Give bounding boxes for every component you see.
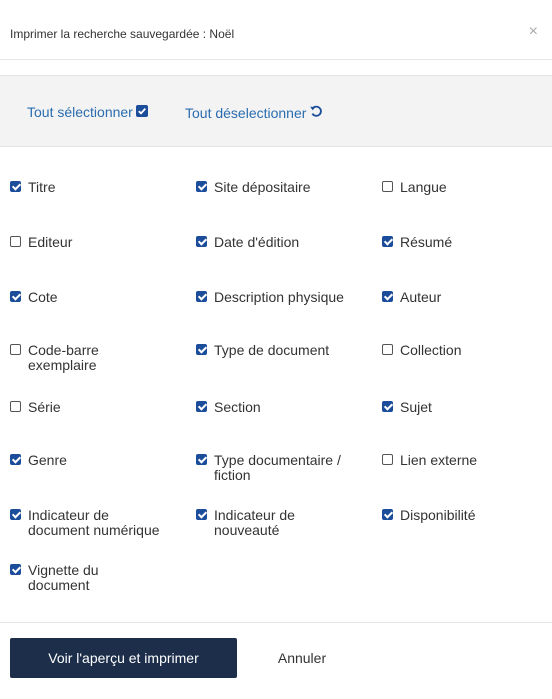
close-icon[interactable]: × <box>529 24 538 40</box>
option-label: Langue <box>400 179 447 195</box>
option-checkbox[interactable] <box>196 236 207 247</box>
option-checkbox[interactable] <box>382 509 393 520</box>
option-label: Cote <box>28 289 58 305</box>
option-checkbox[interactable] <box>196 181 207 192</box>
deselect-all-label: Tout déselectionner <box>185 104 307 121</box>
option-checkbox[interactable] <box>10 454 21 465</box>
option-checkbox[interactable] <box>196 509 207 520</box>
selection-toolbar: Tout sélectionner Tout déselectionner <box>0 75 552 147</box>
dialog-title: Imprimer la recherche sauvegardée : Noël <box>10 27 235 41</box>
option-item[interactable]: Sujet <box>382 400 532 415</box>
option-item[interactable]: Section <box>196 400 346 415</box>
option-item[interactable]: Cote <box>10 290 160 305</box>
option-label: Section <box>214 399 261 415</box>
option-item[interactable]: Indicateur de document numérique <box>10 508 160 538</box>
dialog-header: Imprimer la recherche sauvegardée : Noël… <box>0 0 552 60</box>
option-item[interactable]: Type documentaire / fiction <box>196 453 346 483</box>
option-label: Date d'édition <box>214 234 300 250</box>
option-item[interactable]: Lien externe <box>382 453 532 468</box>
option-checkbox[interactable] <box>10 344 21 355</box>
option-checkbox[interactable] <box>196 454 207 465</box>
option-checkbox[interactable] <box>382 344 393 355</box>
option-checkbox[interactable] <box>196 291 207 302</box>
option-label: Indicateur de nouveauté <box>214 507 295 538</box>
option-checkbox[interactable] <box>10 509 21 520</box>
option-label: Auteur <box>400 289 442 305</box>
option-label: Lien externe <box>400 452 478 468</box>
option-item[interactable]: Code-barre exemplaire <box>10 343 160 373</box>
option-item[interactable]: Description physique <box>196 290 346 305</box>
select-all-link[interactable]: Tout sélectionner <box>27 104 148 120</box>
option-item[interactable]: Titre <box>10 180 160 195</box>
option-label: Collection <box>400 342 462 358</box>
option-label: Code-barre exemplaire <box>28 342 99 373</box>
option-item[interactable]: Editeur <box>10 235 160 250</box>
footer-divider <box>0 622 552 623</box>
option-item[interactable]: Langue <box>382 180 532 195</box>
option-item[interactable]: Résumé <box>382 235 532 250</box>
option-item[interactable]: Vignette du document <box>10 563 160 593</box>
option-item[interactable]: Auteur <box>382 290 532 305</box>
option-item[interactable]: Disponibilité <box>382 508 532 523</box>
select-all-label: Tout sélectionner <box>27 104 133 120</box>
option-item[interactable]: Série <box>10 400 160 415</box>
option-checkbox[interactable] <box>382 454 393 465</box>
checked-box-icon <box>135 104 148 120</box>
option-checkbox[interactable] <box>382 401 393 412</box>
option-item[interactable]: Collection <box>382 343 532 358</box>
option-label: Type documentaire / fiction <box>214 452 341 483</box>
option-item[interactable]: Type de document <box>196 343 346 358</box>
option-label: Titre <box>28 179 56 195</box>
option-checkbox[interactable] <box>382 291 393 302</box>
option-checkbox[interactable] <box>196 401 207 412</box>
option-label: Description physique <box>214 289 344 305</box>
option-checkbox[interactable] <box>10 401 21 412</box>
option-checkbox[interactable] <box>196 344 207 355</box>
option-label: Sujet <box>400 399 432 415</box>
option-label: Indicateur de document numérique <box>28 507 160 538</box>
option-checkbox[interactable] <box>10 564 21 575</box>
deselect-all-link[interactable]: Tout déselectionner <box>185 104 323 121</box>
option-label: Disponibilité <box>400 507 476 523</box>
option-label: Genre <box>28 452 67 468</box>
option-item[interactable]: Genre <box>10 453 160 468</box>
option-label: Type de document <box>214 342 330 358</box>
option-checkbox[interactable] <box>382 181 393 192</box>
option-checkbox[interactable] <box>382 236 393 247</box>
cancel-button[interactable]: Annuler <box>262 638 342 678</box>
option-item[interactable]: Site dépositaire <box>196 180 346 195</box>
option-item[interactable]: Indicateur de nouveauté <box>196 508 346 538</box>
option-label: Série <box>28 399 61 415</box>
preview-print-button[interactable]: Voir l'aperçu et imprimer <box>10 638 237 678</box>
option-label: Résumé <box>400 234 453 250</box>
option-label: Vignette du document <box>28 562 99 593</box>
option-checkbox[interactable] <box>10 291 21 302</box>
option-label: Editeur <box>28 234 73 250</box>
option-label: Site dépositaire <box>214 179 311 195</box>
undo-arrow-icon <box>309 104 323 121</box>
option-item[interactable]: Date d'édition <box>196 235 346 250</box>
option-checkbox[interactable] <box>10 236 21 247</box>
option-checkbox[interactable] <box>10 181 21 192</box>
